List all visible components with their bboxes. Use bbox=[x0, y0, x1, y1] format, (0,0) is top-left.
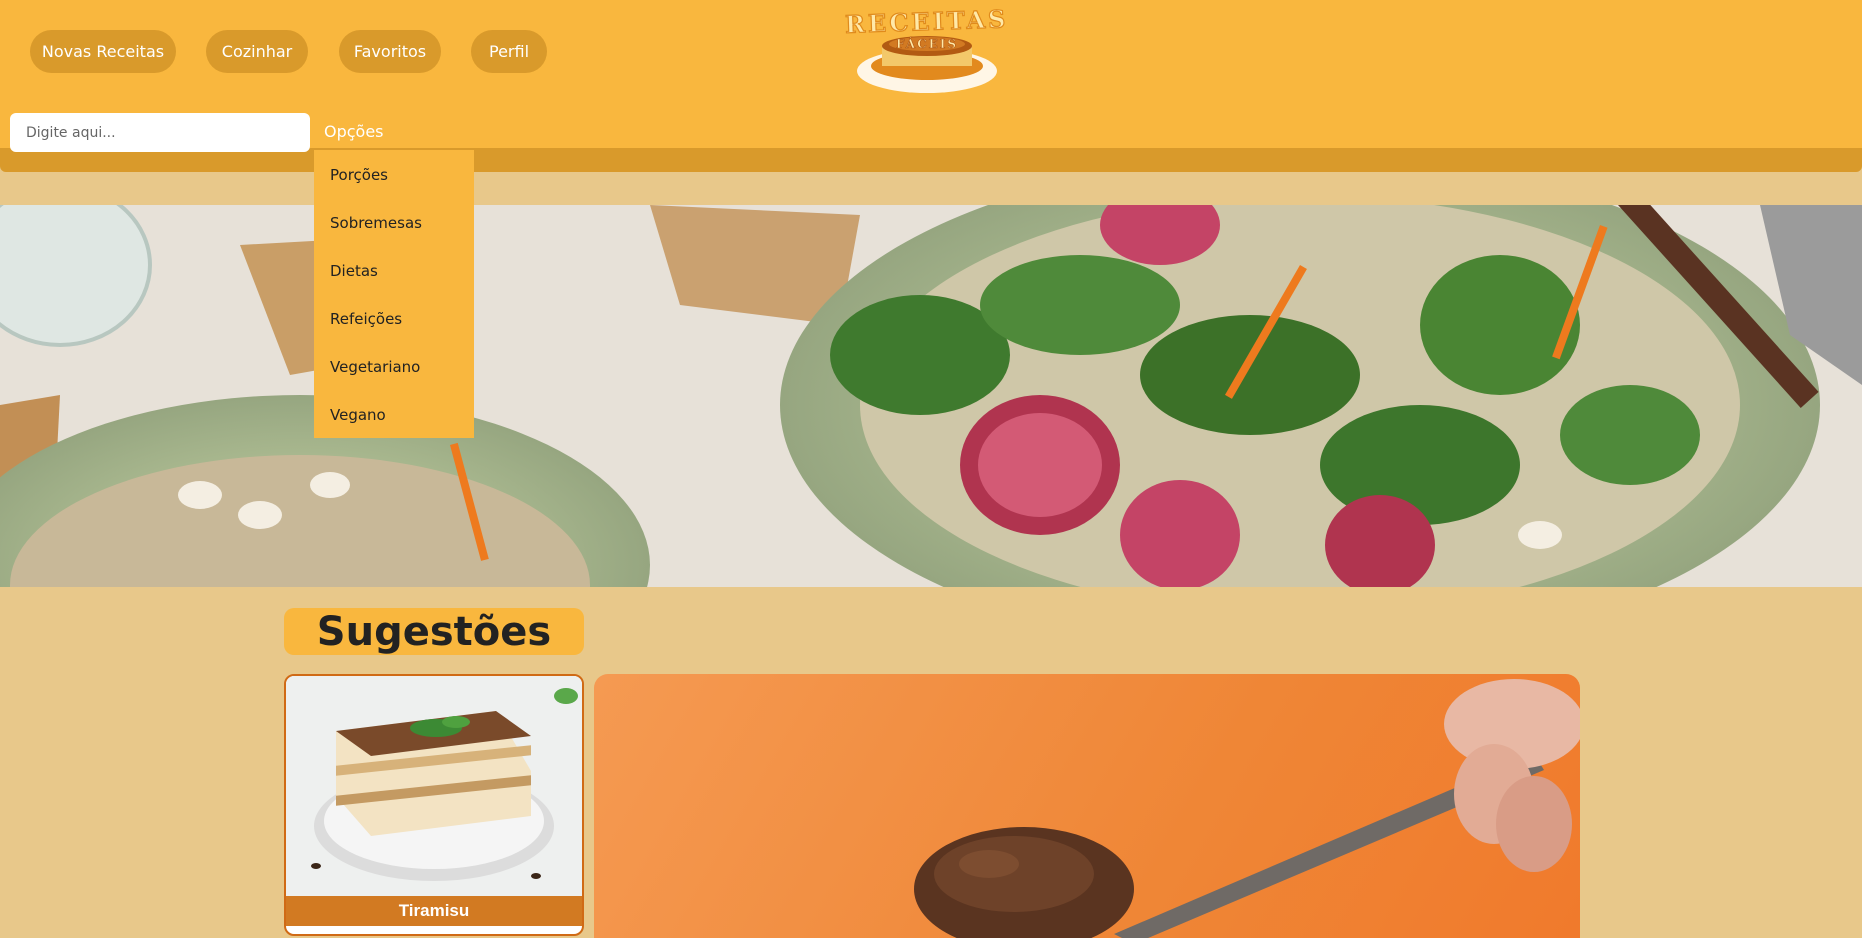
nav-perfil-button[interactable]: Perfil bbox=[471, 30, 547, 73]
recipe-card-label: Tiramisu bbox=[286, 896, 582, 926]
hero-banner-image bbox=[0, 205, 1862, 587]
dropdown-item-vegano[interactable]: Vegano bbox=[330, 406, 386, 424]
svg-text:RECEITAS: RECEITAS bbox=[845, 6, 1009, 39]
dropdown-item-vegetariano[interactable]: Vegetariano bbox=[330, 358, 420, 376]
tiramisu-image bbox=[286, 676, 582, 896]
nav-favoritos-button[interactable]: Favoritos bbox=[339, 30, 441, 73]
recipe-card-tiramisu[interactable]: Tiramisu bbox=[284, 674, 584, 936]
svg-text:FÁCEIS: FÁCEIS bbox=[896, 36, 958, 51]
dropdown-item-porcoes[interactable]: Porções bbox=[330, 166, 388, 184]
suggestions-title: Sugestões bbox=[284, 608, 584, 655]
dropdown-item-refeicoes[interactable]: Refeições bbox=[330, 310, 402, 328]
dropdown-item-sobremesas[interactable]: Sobremesas bbox=[330, 214, 422, 232]
nav-novas-receitas-button[interactable]: Novas Receitas bbox=[30, 30, 176, 73]
search-input[interactable] bbox=[10, 113, 310, 152]
nav-cozinhar-button[interactable]: Cozinhar bbox=[206, 30, 308, 73]
options-dropdown-menu: Porções Sobremesas Dietas Refeições Vege… bbox=[314, 150, 474, 438]
featured-recipe-image[interactable] bbox=[594, 674, 1580, 938]
options-dropdown-toggle[interactable]: Opções bbox=[324, 122, 384, 141]
dropdown-item-dietas[interactable]: Dietas bbox=[330, 262, 378, 280]
site-logo[interactable]: RECEITAS FÁCEIS bbox=[832, 4, 1022, 96]
